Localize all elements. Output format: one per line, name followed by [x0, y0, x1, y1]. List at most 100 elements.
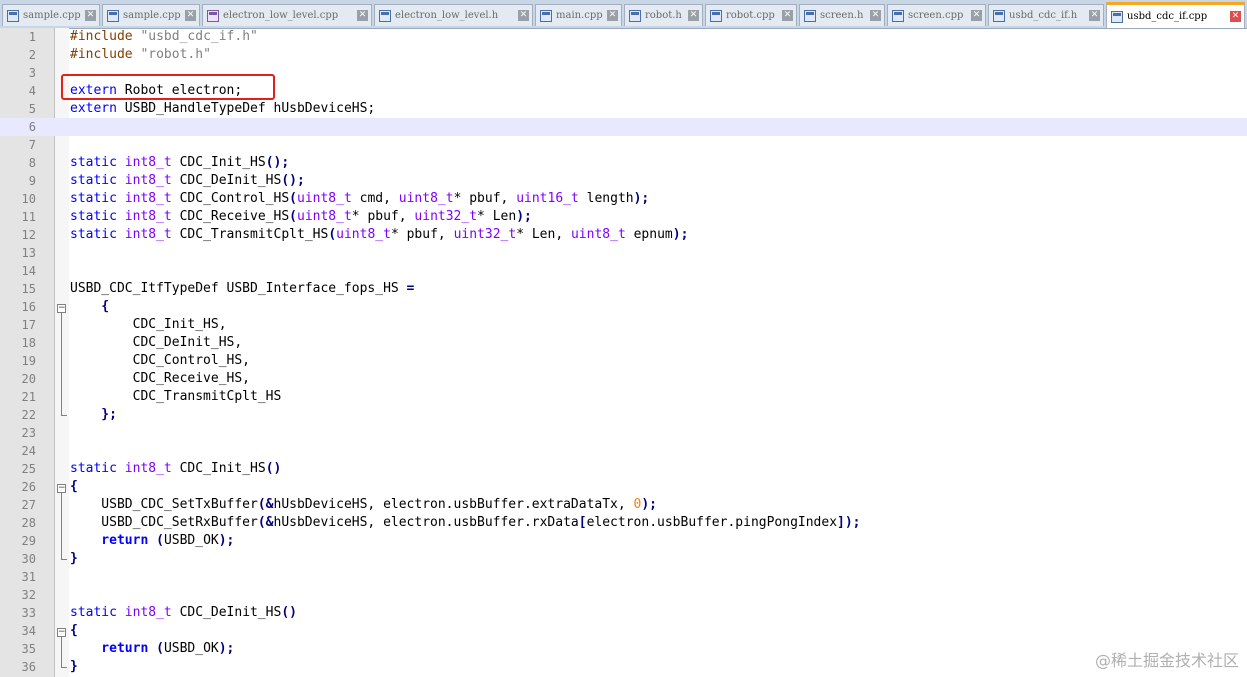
code-text: CDC_Receive_HS, — [70, 371, 251, 386]
function-name: CDC_Receive_HS — [171, 209, 290, 224]
function-name: CDC_DeInit_HS — [171, 173, 282, 188]
tab-robot-h[interactable]: robot.h ✕ — [624, 4, 703, 26]
code-text: }; — [70, 407, 117, 422]
close-icon[interactable]: ✕ — [85, 10, 96, 21]
code-editor[interactable]: 1 #include "usbd_cdc_if.h" 2 #include "rob… — [0, 28, 1247, 677]
code-line: 12 static int8_t CDC_TransmitCplt_HS(uint… — [0, 226, 1247, 244]
line-number: 30 — [21, 552, 36, 566]
tab-label: screen.cpp — [908, 10, 964, 21]
code-text: * Len — [477, 209, 517, 224]
line-number: 15 — [21, 282, 36, 296]
code-line: 2 #include "robot.h" — [0, 46, 1247, 64]
operator: (& — [257, 515, 274, 530]
type-name: int8_t — [124, 173, 172, 188]
tab-usbd-cdc-if-cpp[interactable]: usbd_cdc_if.cpp ✕ — [1106, 2, 1245, 28]
code-text: length — [578, 191, 634, 206]
tab-electron-low-level-cpp[interactable]: electron_low_level.cpp ✕ — [202, 4, 372, 26]
fold-toggle-icon[interactable]: − — [57, 628, 66, 637]
function-name: CDC_Control_HS — [171, 191, 290, 206]
code-line: 27 USBD_CDC_SetTxBuffer(&hUsbDeviceHS, e… — [0, 496, 1247, 514]
operator: ); — [633, 191, 650, 206]
close-icon[interactable]: ✕ — [357, 10, 368, 21]
line-number: 17 — [21, 318, 36, 332]
line-number: 34 — [21, 624, 36, 638]
operator: ); — [218, 533, 235, 548]
line-number: 10 — [21, 192, 36, 206]
code-text: { — [70, 479, 78, 494]
code-text: USBD_CDC_ItfTypeDef USBD_Interface_fops_… — [70, 281, 407, 296]
close-icon[interactable]: ✕ — [1230, 11, 1241, 22]
type-name: int8_t — [124, 605, 172, 620]
tab-robot-cpp[interactable]: robot.cpp ✕ — [705, 4, 797, 26]
line-number: 5 — [28, 102, 36, 116]
code-line: 35 return (USBD_OK); — [0, 640, 1247, 658]
line-number: 12 — [21, 228, 36, 242]
operator: ); — [672, 227, 689, 242]
type-name: uint8_t — [297, 209, 352, 224]
line-number: 11 — [21, 210, 36, 224]
line-number: 9 — [28, 174, 36, 188]
tab-sample-cpp-2[interactable]: sample.cpp ✕ — [102, 4, 200, 26]
operator: ( — [289, 191, 297, 206]
operator: ); — [218, 641, 235, 656]
line-number: 8 — [28, 156, 36, 170]
tab-usbd-cdc-if-h[interactable]: usbd_cdc_if.h ✕ — [988, 4, 1104, 26]
close-icon[interactable]: ✕ — [688, 10, 699, 21]
code-line: 10 static int8_t CDC_Control_HS(uint8_t c… — [0, 190, 1247, 208]
line-number: 16 — [21, 300, 36, 314]
fold-end — [61, 667, 67, 668]
close-icon[interactable]: ✕ — [870, 10, 881, 21]
tab-label: robot.h — [645, 10, 682, 21]
code-line: 9 static int8_t CDC_DeInit_HS(); — [0, 172, 1247, 190]
file-icon — [993, 9, 1005, 22]
line-number: 4 — [28, 84, 36, 98]
type-name: uint8_t — [570, 227, 626, 242]
preprocessor-directive: #include — [70, 29, 141, 44]
type-name: uint8_t — [398, 191, 454, 206]
code-text: epnum — [625, 227, 673, 242]
fold-end — [61, 559, 67, 560]
tab-main-cpp[interactable]: main.cpp ✕ — [535, 4, 622, 26]
fold-toggle-icon[interactable]: − — [57, 304, 66, 313]
keyword: static — [70, 227, 117, 242]
keyword: static — [70, 209, 117, 224]
close-icon[interactable]: ✕ — [518, 10, 529, 21]
file-icon — [540, 9, 552, 22]
fold-toggle-icon[interactable]: − — [57, 484, 66, 493]
close-icon[interactable]: ✕ — [782, 10, 793, 21]
code-line: 5 extern USBD_HandleTypeDef hUsbDeviceHS; — [0, 100, 1247, 118]
operator: = — [406, 281, 415, 296]
tab-sample-cpp-1[interactable]: sample.cpp ✕ — [2, 4, 100, 26]
code-text: USBD_OK — [163, 533, 219, 548]
close-icon[interactable]: ✕ — [971, 10, 982, 21]
code-line: 22 }; — [0, 406, 1247, 424]
file-icon — [7, 9, 19, 22]
code-line: 30} — [0, 550, 1247, 568]
operator: ); — [641, 497, 658, 512]
line-number: 35 — [21, 642, 36, 656]
tab-label: main.cpp — [556, 10, 603, 21]
code-text: USBD_HandleTypeDef hUsbDeviceHS; — [116, 101, 376, 116]
code-line: 11 static int8_t CDC_Receive_HS(uint8_t* … — [0, 208, 1247, 226]
line-number: 20 — [21, 372, 36, 386]
fold-guide — [61, 313, 62, 415]
code-line: 23 — [0, 424, 1247, 442]
tab-label: electron_low_level.cpp — [223, 10, 339, 21]
code-line: 24 — [0, 442, 1247, 460]
type-name: int8_t — [124, 191, 172, 206]
code-text: { — [70, 299, 110, 314]
preprocessor-directive: #include — [70, 47, 141, 62]
code-line: 13 — [0, 244, 1247, 262]
line-number: 19 — [21, 354, 36, 368]
line-number: 28 — [21, 516, 36, 530]
file-icon — [710, 9, 722, 22]
watermark: @稀土掘金技术社区 — [1094, 651, 1239, 670]
close-icon[interactable]: ✕ — [185, 10, 196, 21]
tab-electron-low-level-h[interactable]: electron_low_level.h ✕ — [374, 4, 533, 26]
close-icon[interactable]: ✕ — [1089, 10, 1100, 21]
tab-screen-h[interactable]: screen.h ✕ — [799, 4, 885, 26]
tab-screen-cpp[interactable]: screen.cpp ✕ — [887, 4, 986, 26]
string-literal: "usbd_cdc_if.h" — [140, 29, 258, 44]
close-icon[interactable]: ✕ — [607, 10, 618, 21]
tab-label: usbd_cdc_if.h — [1009, 10, 1078, 21]
